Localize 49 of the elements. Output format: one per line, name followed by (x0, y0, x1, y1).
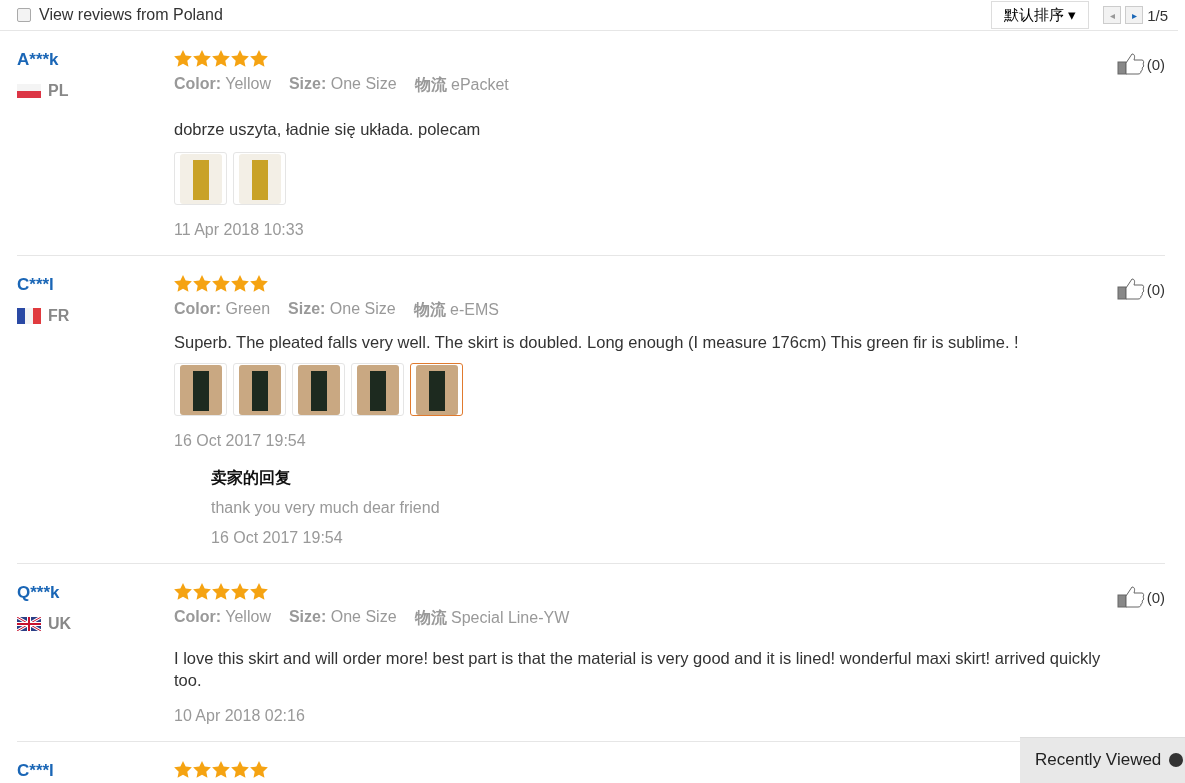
reviewer-name[interactable]: Q***k (17, 583, 174, 603)
reviewer-name[interactable]: A***k (17, 50, 174, 70)
order-attribute: Color: Yellow (174, 608, 271, 627)
order-attribute: Color: Green (174, 300, 271, 319)
thumbs-up-icon[interactable] (1116, 586, 1145, 608)
order-attribute: Size: One Size (288, 300, 396, 319)
like-count: (0) (1146, 280, 1165, 298)
photo-placeholder (238, 153, 281, 204)
photo-placeholder (179, 364, 222, 415)
filter-label: View reviews from Poland (39, 6, 223, 24)
country-code: UK (48, 615, 72, 633)
order-attribute: Size: One Size (288, 608, 397, 627)
reviewer-name[interactable]: C***l (17, 761, 174, 781)
photo-thumbnail[interactable] (410, 363, 463, 416)
next-page-button[interactable]: ▸ (1125, 6, 1144, 24)
review-date: 10 Apr 2018 02:16 (174, 707, 306, 725)
review-text: dobrze uszyta, ładnie się układa. polecam (174, 119, 482, 140)
seller-reply-text: thank you very much dear friend (211, 499, 441, 517)
flag-icon (17, 617, 41, 631)
like-count: (0) (1146, 588, 1165, 606)
page-indicator: 1/5 (1147, 6, 1168, 24)
order-attribute: Size: One Size (288, 75, 397, 94)
review-text: Superb. The pleated falls very well. The skirt is doubled. Long enough (I measure 176cm) This green fir is sublime. ! (174, 332, 1020, 353)
flag-icon (17, 308, 41, 324)
like-count: (0) (1146, 55, 1165, 73)
review-text: I love this skirt and will order more! best part is that the material is very good and it is lined! wonderful maxi skirt! arrived quickly too. (174, 648, 1102, 691)
circle-icon (1169, 753, 1184, 767)
photo-placeholder (415, 364, 458, 415)
order-attribute: 物流 Special Line-YW (414, 608, 570, 628)
thumbs-up-icon[interactable] (1116, 278, 1145, 300)
recently-viewed-tab[interactable]: Recently Viewed (1020, 737, 1185, 783)
reply-date: 16 Oct 2017 19:54 (211, 529, 344, 547)
thumbs-up-icon[interactable] (1116, 53, 1145, 75)
review-date: 11 Apr 2018 10:33 (174, 221, 305, 239)
review-date: 16 Oct 2017 19:54 (174, 432, 307, 450)
photo-placeholder (356, 364, 399, 415)
order-attribute: 物流 ePacket (414, 75, 509, 95)
order-attribute: Color: Yellow (174, 75, 271, 94)
checkbox[interactable] (17, 8, 31, 22)
photo-placeholder (238, 364, 281, 415)
photo-placeholder (179, 153, 222, 204)
flag-icon (17, 84, 41, 98)
reviewer-name[interactable]: C***l (17, 275, 174, 295)
order-attribute: 物流 e-EMS (413, 300, 499, 320)
country-code: FR (48, 307, 70, 325)
photo-placeholder (297, 364, 340, 415)
seller-reply-title: 卖家的回复 (211, 468, 292, 488)
country-code: PL (48, 82, 69, 100)
sort-dropdown[interactable]: 默认排序 ▾ (990, 1, 1090, 29)
